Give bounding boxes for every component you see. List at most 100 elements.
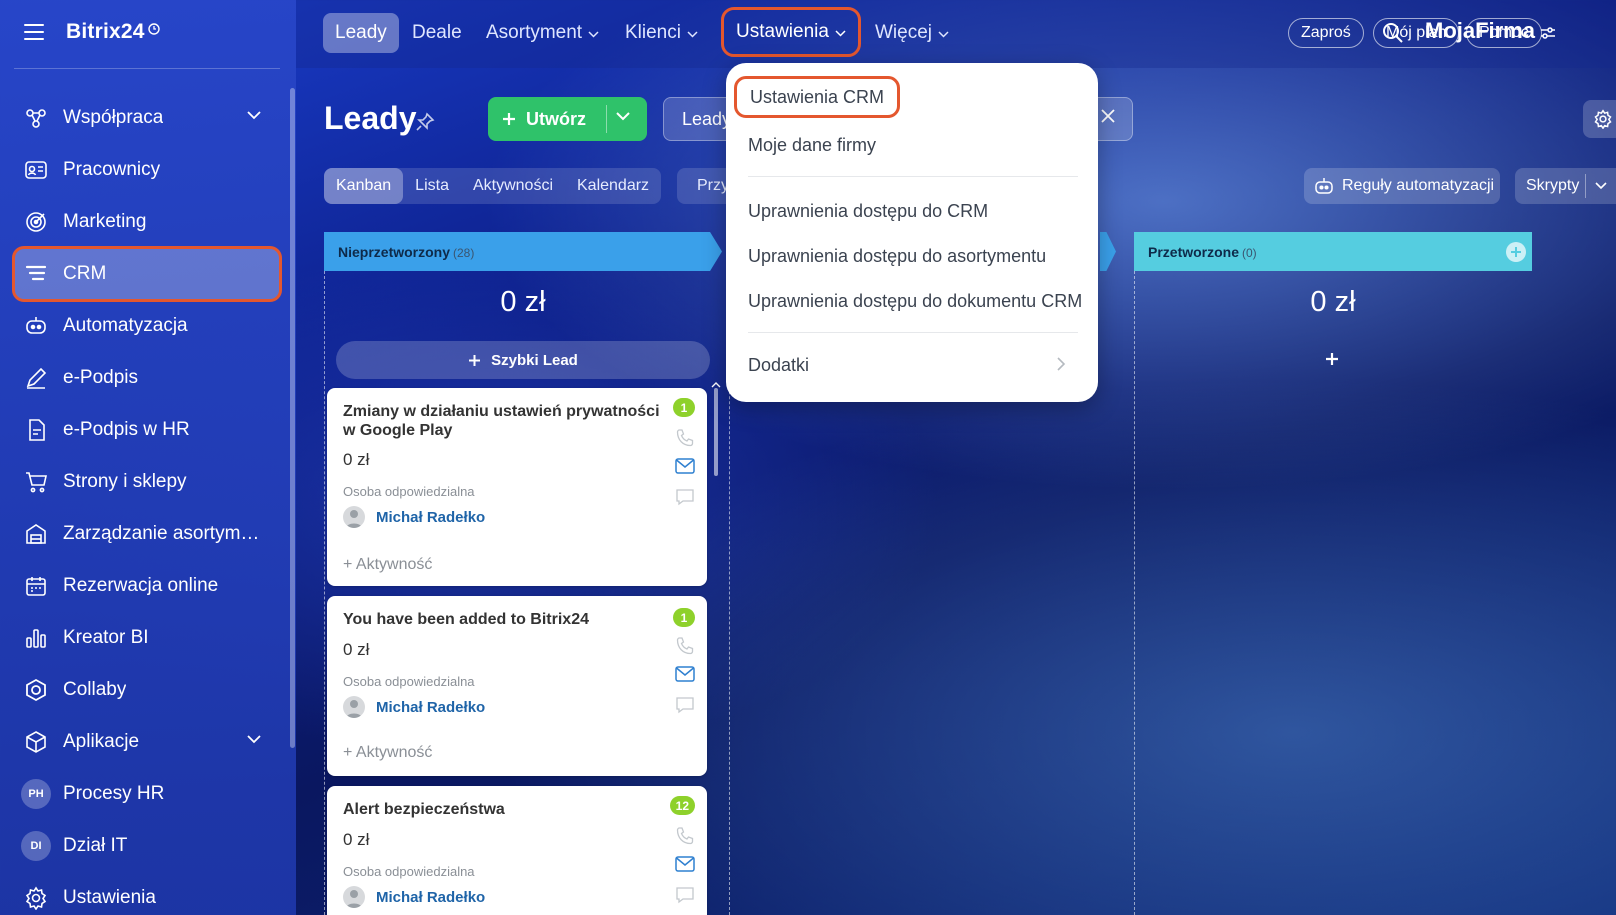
gear-icon[interactable]	[1583, 100, 1616, 138]
chevron-down-icon[interactable]	[616, 112, 630, 121]
quick-lead-button[interactable]: Szybki Lead	[336, 341, 710, 379]
avatar	[343, 506, 365, 528]
sidebar-item-label: Marketing	[63, 211, 147, 232]
sidebar-item-wspolpraca[interactable]: Współpraca	[14, 92, 280, 144]
card-title[interactable]: You have been added to Bitrix24	[343, 610, 661, 629]
chevron-right-icon	[1056, 356, 1066, 372]
chevron-down-icon[interactable]	[1595, 182, 1607, 190]
chevron-down-icon	[835, 29, 846, 37]
inventory-icon	[24, 522, 48, 546]
sidebar-item-procesy-hr[interactable]: PH Procesy HR	[14, 768, 280, 820]
sidebar-item-pracownicy[interactable]: Pracownicy	[14, 144, 280, 196]
close-icon[interactable]	[1100, 108, 1116, 124]
column-name: Nieprzetworzony	[338, 243, 451, 260]
nav-asortyment[interactable]: Asortyment	[474, 13, 611, 53]
sidebar-item-aplikacje[interactable]: Aplikacje	[14, 716, 280, 768]
help-button[interactable]: Pomoc	[1466, 18, 1542, 48]
column-scrollbar[interactable]	[714, 388, 718, 476]
menu-item-catalog-permissions[interactable]: Uprawnienia dostępu do asortymentu	[748, 246, 1046, 267]
lead-card[interactable]: Zmiany w działaniu ustawień prywatności …	[327, 388, 707, 586]
nav-label: Więcej	[875, 22, 933, 43]
crm-icon	[24, 262, 48, 286]
chat-icon[interactable]	[675, 488, 695, 506]
responsible-person[interactable]: Michał Radełko	[343, 886, 485, 908]
column-count: (0)	[1242, 245, 1257, 260]
menu-item-crm-settings[interactable]: Ustawienia CRM	[734, 76, 901, 118]
pin-icon[interactable]	[415, 112, 435, 132]
column-border	[1134, 271, 1135, 915]
nav-leady[interactable]: Leady	[323, 13, 399, 53]
tab-kanban[interactable]: Kanban	[324, 168, 404, 204]
tab-kalendarz[interactable]: Kalendarz	[565, 168, 661, 204]
responsible-person[interactable]: Michał Radełko	[343, 506, 485, 528]
sidebar-divider	[14, 68, 280, 69]
menu-item-crm-permissions[interactable]: Uprawnienia dostępu do CRM	[748, 201, 988, 222]
tab-aktywnosci[interactable]: Aktywności	[461, 168, 565, 204]
plus-icon	[468, 354, 481, 367]
chevron-down-icon[interactable]	[246, 110, 262, 120]
nav-klienci[interactable]: Klienci	[613, 13, 710, 53]
clock-icon	[148, 23, 160, 35]
card-title[interactable]: Zmiany w działaniu ustawień prywatności …	[343, 402, 661, 440]
nav-wiecej[interactable]: Więcej	[863, 13, 961, 53]
automation-rules-button[interactable]: Reguły automatyzacji	[1304, 168, 1500, 204]
invite-button[interactable]: Zaproś	[1288, 18, 1364, 48]
sidebar-item-crm[interactable]: CRM	[12, 246, 282, 302]
sidebar-item-automatyzacja[interactable]: Automatyzacja	[14, 300, 280, 352]
sidebar-item-e-podpis[interactable]: e-Podpis	[14, 352, 280, 404]
create-button[interactable]: Utwórz	[488, 97, 647, 141]
chat-icon[interactable]	[675, 886, 695, 904]
card-title[interactable]: Alert bezpieczeństwa	[343, 800, 661, 819]
menu-item-document-permissions[interactable]: Uprawnienia dostępu do dokumentu CRM	[748, 291, 1082, 312]
marketing-icon	[24, 210, 48, 234]
scripts-button[interactable]: Skrypty	[1515, 168, 1616, 204]
mail-icon[interactable]	[675, 458, 695, 474]
menu-item-addons[interactable]: Dodatki	[748, 355, 809, 376]
sidebar-item-label: Kreator BI	[63, 627, 149, 648]
calendar-booking-icon	[24, 574, 48, 598]
nav-deale[interactable]: Deale	[400, 13, 474, 53]
add-column-icon[interactable]	[1506, 242, 1526, 262]
lead-card[interactable]: Alert bezpieczeństwa 12 0 zł Osoba odpow…	[327, 786, 707, 915]
add-activity-link[interactable]: + Aktywność	[343, 744, 432, 762]
lead-card[interactable]: You have been added to Bitrix24 1 0 zł O…	[327, 596, 707, 776]
card-amount: 0 zł	[343, 450, 370, 469]
sidebar-item-rezerwacja[interactable]: Rezerwacja online	[14, 560, 280, 612]
add-item-icon[interactable]	[1325, 352, 1339, 366]
sidebar-item-ustawienia[interactable]: Ustawienia	[14, 872, 280, 915]
sidebar-item-strony-sklepy[interactable]: Strony i sklepy	[14, 456, 280, 508]
column-border	[324, 271, 325, 915]
nav-ustawienia[interactable]: Ustawienia	[721, 7, 861, 57]
sidebar-item-label: Strony i sklepy	[63, 471, 187, 492]
menu-icon[interactable]	[24, 23, 48, 43]
avatar	[343, 886, 365, 908]
phone-icon[interactable]	[675, 428, 695, 448]
chevron-down-icon[interactable]	[246, 734, 262, 744]
tab-lista[interactable]: Lista	[403, 168, 461, 204]
kanban-column-header[interactable]: Przetworzone (0)	[1134, 232, 1532, 271]
responsible-person[interactable]: Michał Radełko	[343, 696, 485, 718]
my-plan-button[interactable]: Mój plan	[1373, 18, 1460, 48]
sidebar-item-marketing[interactable]: Marketing	[14, 196, 280, 248]
sliders-icon[interactable]	[1540, 26, 1556, 40]
person-name: Michał Radełko	[376, 888, 486, 906]
sidebar-item-e-podpis-hr[interactable]: e-Podpis w HR	[14, 404, 280, 456]
button-label: Utwórz	[526, 108, 586, 129]
sidebar-item-asortyment[interactable]: Zarządzanie asortymen...	[14, 508, 280, 560]
phone-icon[interactable]	[675, 636, 695, 656]
add-activity-link[interactable]: + Aktywność	[343, 556, 432, 574]
sidebar-item-collaby[interactable]: Collaby	[14, 664, 280, 716]
kanban-column-header[interactable]: Nieprzetworzony (28)	[324, 232, 722, 271]
chat-icon[interactable]	[675, 696, 695, 714]
menu-item-company-data[interactable]: Moje dane firmy	[748, 135, 876, 156]
sidebar-item-dzial-it[interactable]: DI Dział IT	[14, 820, 280, 872]
group-avatar: PH	[21, 779, 51, 809]
sidebar-item-label: Współpraca	[63, 107, 164, 128]
responsible-label: Osoba odpowiedzialna	[343, 674, 475, 689]
sidebar-item-kreator-bi[interactable]: Kreator BI	[14, 612, 280, 664]
mail-icon[interactable]	[675, 666, 695, 682]
brand-logo[interactable]: Bitrix24	[66, 20, 145, 44]
mail-icon[interactable]	[675, 856, 695, 872]
phone-icon[interactable]	[675, 826, 695, 846]
sidebar-scrollbar[interactable]	[290, 88, 295, 748]
